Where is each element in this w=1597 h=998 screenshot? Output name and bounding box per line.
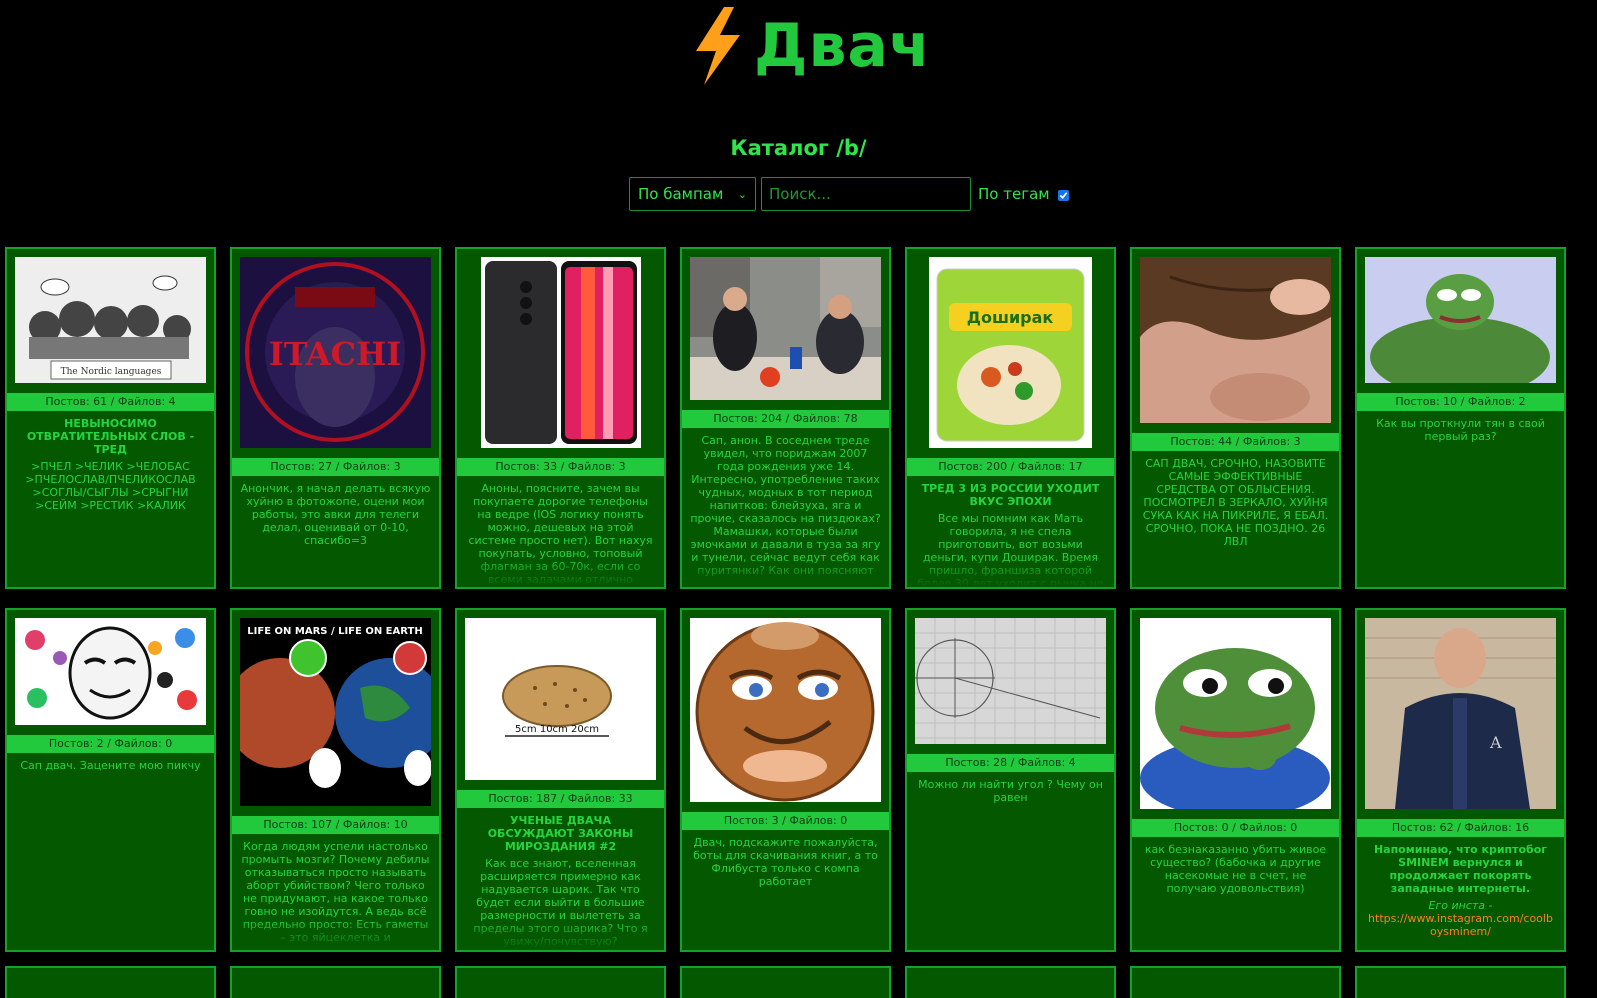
thread-thumbnail[interactable] <box>690 618 881 802</box>
thread-card[interactable]: Постов: 2 / Файлов: 0 Сап двач. Зацените… <box>5 608 216 952</box>
preview-fade <box>457 920 664 950</box>
thread-thumbnail[interactable] <box>480 257 641 448</box>
thumbnail-caption: LIFE ON MARS / LIFE ON EARTH <box>247 626 422 637</box>
thread-stats: Постов: 3 / Файлов: 0 <box>682 812 889 830</box>
preview-fade <box>682 557 889 587</box>
tags-filter-label: По тегам <box>978 185 1050 203</box>
thread-stats: Постов: 33 / Файлов: 3 <box>457 458 664 476</box>
thread-preview: Двач, подскажите пожалуйста, боты для ск… <box>682 830 889 888</box>
thread-stats: Постов: 28 / Файлов: 4 <box>907 754 1114 772</box>
thread-subject: ТРЕД 3 ИЗ РОССИИ УХОДИТ ВКУС ЭПОХИ <box>921 482 1100 508</box>
thumbnail-caption: Доширак <box>967 308 1054 327</box>
thread-text: >ПЧЕЛ >ЧЕЛИК >ЧЕЛОБАС >ПЧЕЛОСЛАВ/ПЧЕЛИКО… <box>25 460 196 512</box>
thread-thumbnail[interactable] <box>1140 618 1331 809</box>
thumbnail-caption: 5cm 10cm 20cm <box>515 724 599 735</box>
thread-preview: Сап, анон. В соседнем треде увидел, что … <box>682 428 889 577</box>
tags-filter-checkbox[interactable] <box>1057 190 1069 201</box>
thread-card[interactable] <box>455 966 666 998</box>
thread-thumbnail[interactable]: 5cm 10cm 20cm <box>465 618 656 780</box>
preview-fade <box>232 920 439 950</box>
thread-text: Сап двач. Зацените мою пикчу <box>20 759 201 772</box>
next-row-preview <box>5 966 1595 998</box>
search-input[interactable] <box>761 177 971 211</box>
thread-preview: Напоминаю, что криптобог SMINEM вернулся… <box>1357 837 1564 938</box>
thread-text: Его инста - <box>1428 899 1493 912</box>
thread-card[interactable]: Доширак Постов: 200 / Файлов: 17 ТРЕД 3 … <box>905 247 1116 589</box>
preview-fade <box>7 557 214 587</box>
thread-card[interactable]: The Nordic languages Постов: 61 / Файлов… <box>5 247 216 589</box>
thread-stats: Постов: 2 / Файлов: 0 <box>7 735 214 753</box>
thread-preview: как безнаказанно убить живое существо? (… <box>1132 837 1339 895</box>
thread-stats: Постов: 44 / Файлов: 3 <box>1132 433 1339 451</box>
thread-card[interactable]: 5cm 10cm 20cm Постов: 187 / Файлов: 33 У… <box>455 608 666 952</box>
thread-stats: Постов: 200 / Файлов: 17 <box>907 458 1114 476</box>
thread-text: как безнаказанно убить живое существо? (… <box>1144 843 1327 895</box>
thread-card[interactable] <box>680 966 891 998</box>
thread-card[interactable]: A Постов: 62 / Файлов: 16 Напоминаю, что… <box>1355 608 1566 952</box>
thread-card[interactable] <box>230 966 441 998</box>
site-name: Двач <box>754 11 932 81</box>
thread-card[interactable]: Постов: 3 / Файлов: 0 Двач, подскажите п… <box>680 608 891 952</box>
chevron-down-icon: ⌄ <box>737 187 747 201</box>
thread-preview: Как вы проткнули тян в свой первый раз? <box>1357 411 1564 443</box>
thread-card[interactable]: Постов: 33 / Файлов: 3 Аноны, поясните, … <box>455 247 666 589</box>
thread-subject: НЕВЫНОСИМО ОТВРАТИТЕЛЬНЫХ СЛОВ - ТРЕД <box>26 417 195 456</box>
catalog-controls: По бампам ⌄ По тегам <box>629 177 1069 211</box>
thumbnail-caption: ITACHI <box>269 335 402 373</box>
thread-card[interactable] <box>905 966 1116 998</box>
thread-card[interactable]: Постов: 0 / Файлов: 0 как безнаказанно у… <box>1130 608 1341 952</box>
site-logo[interactable]: Двач <box>690 6 931 86</box>
thread-stats: Постов: 204 / Файлов: 78 <box>682 410 889 428</box>
thread-subject: Напоминаю, что криптобог SMINEM вернулся… <box>1373 843 1548 895</box>
instagram-link[interactable]: https://www.instagram.com/coolboysminem/ <box>1368 912 1553 938</box>
preview-fade <box>457 557 664 587</box>
thread-thumbnail[interactable]: A <box>1365 618 1556 809</box>
thread-thumbnail[interactable] <box>1140 257 1331 423</box>
thread-card[interactable] <box>1355 966 1566 998</box>
checkmark-icon <box>1059 192 1067 199</box>
thread-thumbnail[interactable] <box>915 618 1106 744</box>
preview-fade <box>907 557 1114 587</box>
thread-preview: Можно ли найти угол ? Чему он равен <box>907 772 1114 804</box>
thread-stats: Постов: 107 / Файлов: 10 <box>232 816 439 834</box>
thread-preview: САП ДВАЧ, СРОЧНО, НАЗОВИТЕ САМЫЕ ЭФФЕКТИ… <box>1132 451 1339 548</box>
thread-preview: Анончик, я начал делать всякую хуйню в ф… <box>232 476 439 547</box>
thread-card[interactable]: Постов: 204 / Файлов: 78 Сап, анон. В со… <box>680 247 891 589</box>
thread-card[interactable]: Постов: 44 / Файлов: 3 САП ДВАЧ, СРОЧНО,… <box>1130 247 1341 589</box>
thread-thumbnail[interactable] <box>1365 257 1556 383</box>
thread-card[interactable] <box>1130 966 1341 998</box>
thread-preview: Сап двач. Зацените мою пикчу <box>7 753 214 772</box>
thread-text: Можно ли найти угол ? Чему он равен <box>918 778 1103 804</box>
thread-text: Сап, анон. В соседнем треде увидел, что … <box>690 434 881 577</box>
sort-select[interactable]: По бампам ⌄ <box>629 177 756 211</box>
lightning-bolt-icon <box>696 7 740 85</box>
thread-preview: НЕВЫНОСИМО ОТВРАТИТЕЛЬНЫХ СЛОВ - ТРЕД >П… <box>7 411 214 512</box>
thread-thumbnail[interactable]: LIFE ON MARS / LIFE ON EARTH <box>240 618 431 806</box>
thread-stats: Постов: 187 / Файлов: 33 <box>457 790 664 808</box>
thread-subject: УЧЕНЫЕ ДВАЧА ОБСУЖДАЮТ ЗАКОНЫ МИРОЗДАНИЯ… <box>487 814 634 853</box>
thread-thumbnail[interactable] <box>15 618 206 725</box>
thread-stats: Постов: 27 / Файлов: 3 <box>232 458 439 476</box>
sort-select-value: По бампам <box>638 185 724 203</box>
thread-card[interactable]: ITACHI Постов: 27 / Файлов: 3 Анончик, я… <box>230 247 441 589</box>
thread-stats: Постов: 0 / Файлов: 0 <box>1132 819 1339 837</box>
thread-card[interactable] <box>5 966 216 998</box>
thread-text: Как вы проткнули тян в свой первый раз? <box>1376 417 1545 443</box>
thread-card[interactable]: Постов: 28 / Файлов: 4 Можно ли найти уг… <box>905 608 1116 952</box>
thumbnail-caption: The Nordic languages <box>61 367 162 377</box>
thread-thumbnail[interactable] <box>690 257 881 400</box>
thread-thumbnail[interactable]: The Nordic languages <box>15 257 206 383</box>
thread-thumbnail[interactable]: Доширак <box>929 257 1092 448</box>
thread-text: Двач, подскажите пожалуйста, боты для ск… <box>693 836 878 888</box>
thread-card[interactable]: LIFE ON MARS / LIFE ON EARTH Постов: 107… <box>230 608 441 952</box>
page-title: Каталог /b/ <box>730 136 867 160</box>
thread-stats: Постов: 61 / Файлов: 4 <box>7 393 214 411</box>
thread-text: Анончик, я начал делать всякую хуйню в ф… <box>240 482 431 547</box>
svg-text:A: A <box>1489 733 1502 752</box>
thread-stats: Постов: 62 / Файлов: 16 <box>1357 819 1564 837</box>
thread-text: САП ДВАЧ, СРОЧНО, НАЗОВИТЕ САМЫЕ ЭФФЕКТИ… <box>1142 457 1329 548</box>
thread-card[interactable]: Постов: 10 / Файлов: 2 Как вы проткнули … <box>1355 247 1566 589</box>
thread-stats: Постов: 10 / Файлов: 2 <box>1357 393 1564 411</box>
thread-thumbnail[interactable]: ITACHI <box>240 257 431 448</box>
